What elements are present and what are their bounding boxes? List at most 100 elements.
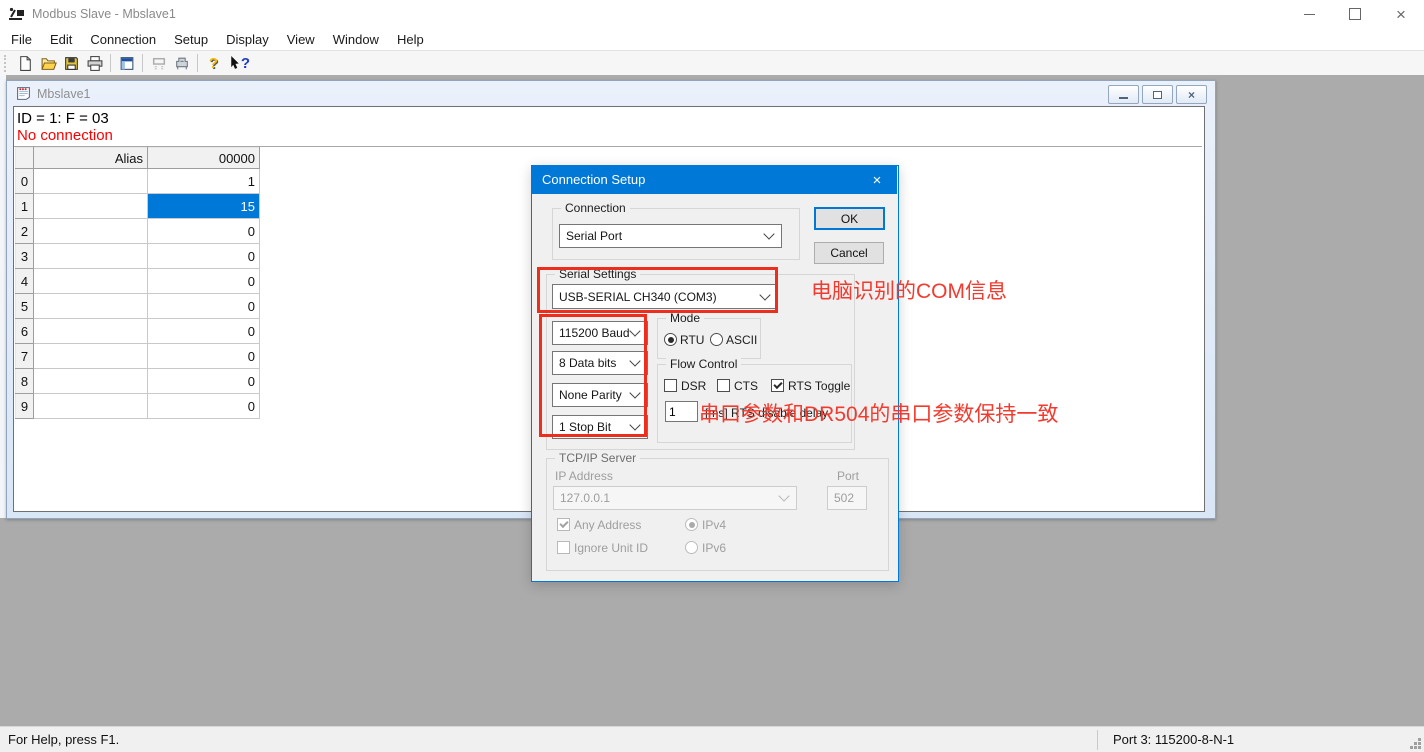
help-glyph: ? — [209, 55, 218, 72]
row-header[interactable]: 7 — [16, 344, 34, 369]
mode-group-label: Mode — [666, 312, 704, 325]
rts-toggle-checkbox[interactable] — [771, 379, 784, 392]
menu-item-edit[interactable]: Edit — [41, 29, 81, 50]
table-row: 1 15 — [16, 194, 260, 219]
value-cell[interactable]: 0 — [148, 244, 260, 269]
value-cell[interactable]: 0 — [148, 294, 260, 319]
alias-cell[interactable] — [34, 394, 148, 419]
minimize-icon — [1119, 97, 1128, 99]
value-cell[interactable]: 0 — [148, 344, 260, 369]
ascii-radio[interactable] — [710, 333, 723, 346]
alias-cell[interactable] — [34, 294, 148, 319]
app-icon[interactable] — [8, 7, 26, 26]
toolbar-grip[interactable] — [4, 55, 9, 72]
save-file-icon[interactable] — [60, 53, 83, 73]
resize-grip[interactable] — [1418, 746, 1421, 749]
child-restore-button[interactable] — [1142, 85, 1173, 104]
row-header[interactable]: 5 — [16, 294, 34, 319]
context-help-icon[interactable]: ? — [225, 53, 255, 73]
value-cell[interactable]: 1 — [148, 169, 260, 194]
close-icon: × — [1188, 89, 1195, 101]
connect-disabled-icon — [147, 53, 170, 73]
open-file-icon[interactable] — [37, 53, 60, 73]
connection-group-label: Connection — [561, 202, 630, 215]
child-minimize-button[interactable] — [1108, 85, 1139, 104]
row-header[interactable]: 2 — [16, 219, 34, 244]
connection-type-value: Serial Port — [566, 225, 622, 247]
value-column-header[interactable]: 00000 — [148, 148, 260, 169]
any-address-checkbox — [557, 518, 570, 531]
any-address-label: Any Address — [574, 518, 641, 532]
toolbar: ? ? — [0, 50, 1424, 76]
print-icon[interactable] — [83, 53, 106, 73]
row-header[interactable]: 9 — [16, 394, 34, 419]
rtu-radio[interactable] — [664, 333, 677, 346]
row-header[interactable]: 0 — [16, 169, 34, 194]
cts-checkbox[interactable] — [717, 379, 730, 392]
menu-bar: File Edit Connection Setup Display View … — [0, 28, 1424, 50]
menu-item-view[interactable]: View — [278, 29, 324, 50]
toolbar-separator — [142, 54, 143, 72]
menu-item-connection[interactable]: Connection — [81, 29, 165, 50]
connection-type-dropdown[interactable]: Serial Port — [559, 224, 782, 248]
status-help-text: For Help, press F1. — [8, 732, 119, 747]
ip-address-label: IP Address — [555, 469, 613, 483]
maximize-button[interactable] — [1332, 0, 1378, 28]
menu-item-window[interactable]: Window — [324, 29, 388, 50]
alias-cell[interactable] — [34, 194, 148, 219]
menu-item-setup[interactable]: Setup — [165, 29, 217, 50]
ascii-label: ASCII — [726, 333, 757, 347]
alias-cell[interactable] — [34, 319, 148, 344]
ip-address-dropdown: 127.0.0.1 — [553, 486, 797, 510]
value-cell[interactable]: 0 — [148, 269, 260, 294]
alias-column-header[interactable]: Alias — [34, 148, 148, 169]
register-grid: Alias 00000 011152030405060708090 — [15, 147, 260, 419]
toolbar-separator — [197, 54, 198, 72]
alias-cell[interactable] — [34, 344, 148, 369]
auto-answer-icon[interactable] — [170, 53, 193, 73]
corner-header[interactable] — [16, 148, 34, 169]
ipv6-radio — [685, 541, 698, 554]
alias-cell[interactable] — [34, 169, 148, 194]
cancel-button[interactable]: Cancel — [814, 242, 884, 264]
document-icon[interactable] — [16, 86, 31, 106]
document-title: Mbslave1 — [37, 87, 91, 101]
alias-cell[interactable] — [34, 369, 148, 394]
ipv4-radio — [685, 518, 698, 531]
row-header[interactable]: 4 — [16, 269, 34, 294]
value-cell[interactable]: 0 — [148, 219, 260, 244]
dialog-title: Connection Setup — [532, 166, 897, 194]
display-setup-icon[interactable] — [115, 53, 138, 73]
table-row: 60 — [16, 319, 260, 344]
close-icon: × — [873, 172, 882, 189]
menu-item-file[interactable]: File — [2, 29, 41, 50]
alias-cell[interactable] — [34, 244, 148, 269]
alias-cell[interactable] — [34, 269, 148, 294]
value-cell[interactable]: 0 — [148, 394, 260, 419]
value-cell[interactable]: 15 — [148, 194, 260, 219]
ok-button[interactable]: OK — [814, 207, 885, 230]
row-header[interactable]: 8 — [16, 369, 34, 394]
row-header[interactable]: 6 — [16, 319, 34, 344]
menu-item-help[interactable]: Help — [388, 29, 433, 50]
help-icon[interactable]: ? — [202, 53, 225, 73]
new-file-icon[interactable] — [14, 53, 37, 73]
tcp-port-value: 502 — [834, 487, 854, 509]
value-cell[interactable]: 0 — [148, 369, 260, 394]
table-row: 30 — [16, 244, 260, 269]
table-row: 40 — [16, 269, 260, 294]
rts-delay-input[interactable] — [665, 401, 698, 422]
close-button[interactable]: × — [1378, 0, 1424, 28]
modbus-slave-app: Modbus Slave - Mbslave1 × File Edit Conn… — [0, 0, 1424, 752]
row-header[interactable]: 1 — [16, 194, 34, 219]
header-row: Alias 00000 — [16, 148, 260, 169]
child-close-button[interactable]: × — [1176, 85, 1207, 104]
row-header[interactable]: 3 — [16, 244, 34, 269]
alias-cell[interactable] — [34, 219, 148, 244]
dsr-checkbox[interactable] — [664, 379, 677, 392]
menu-item-display[interactable]: Display — [217, 29, 278, 50]
minimize-button[interactable] — [1286, 0, 1332, 28]
dsr-label: DSR — [681, 379, 706, 393]
value-cell[interactable]: 0 — [148, 319, 260, 344]
dialog-close-button[interactable]: × — [856, 166, 898, 194]
